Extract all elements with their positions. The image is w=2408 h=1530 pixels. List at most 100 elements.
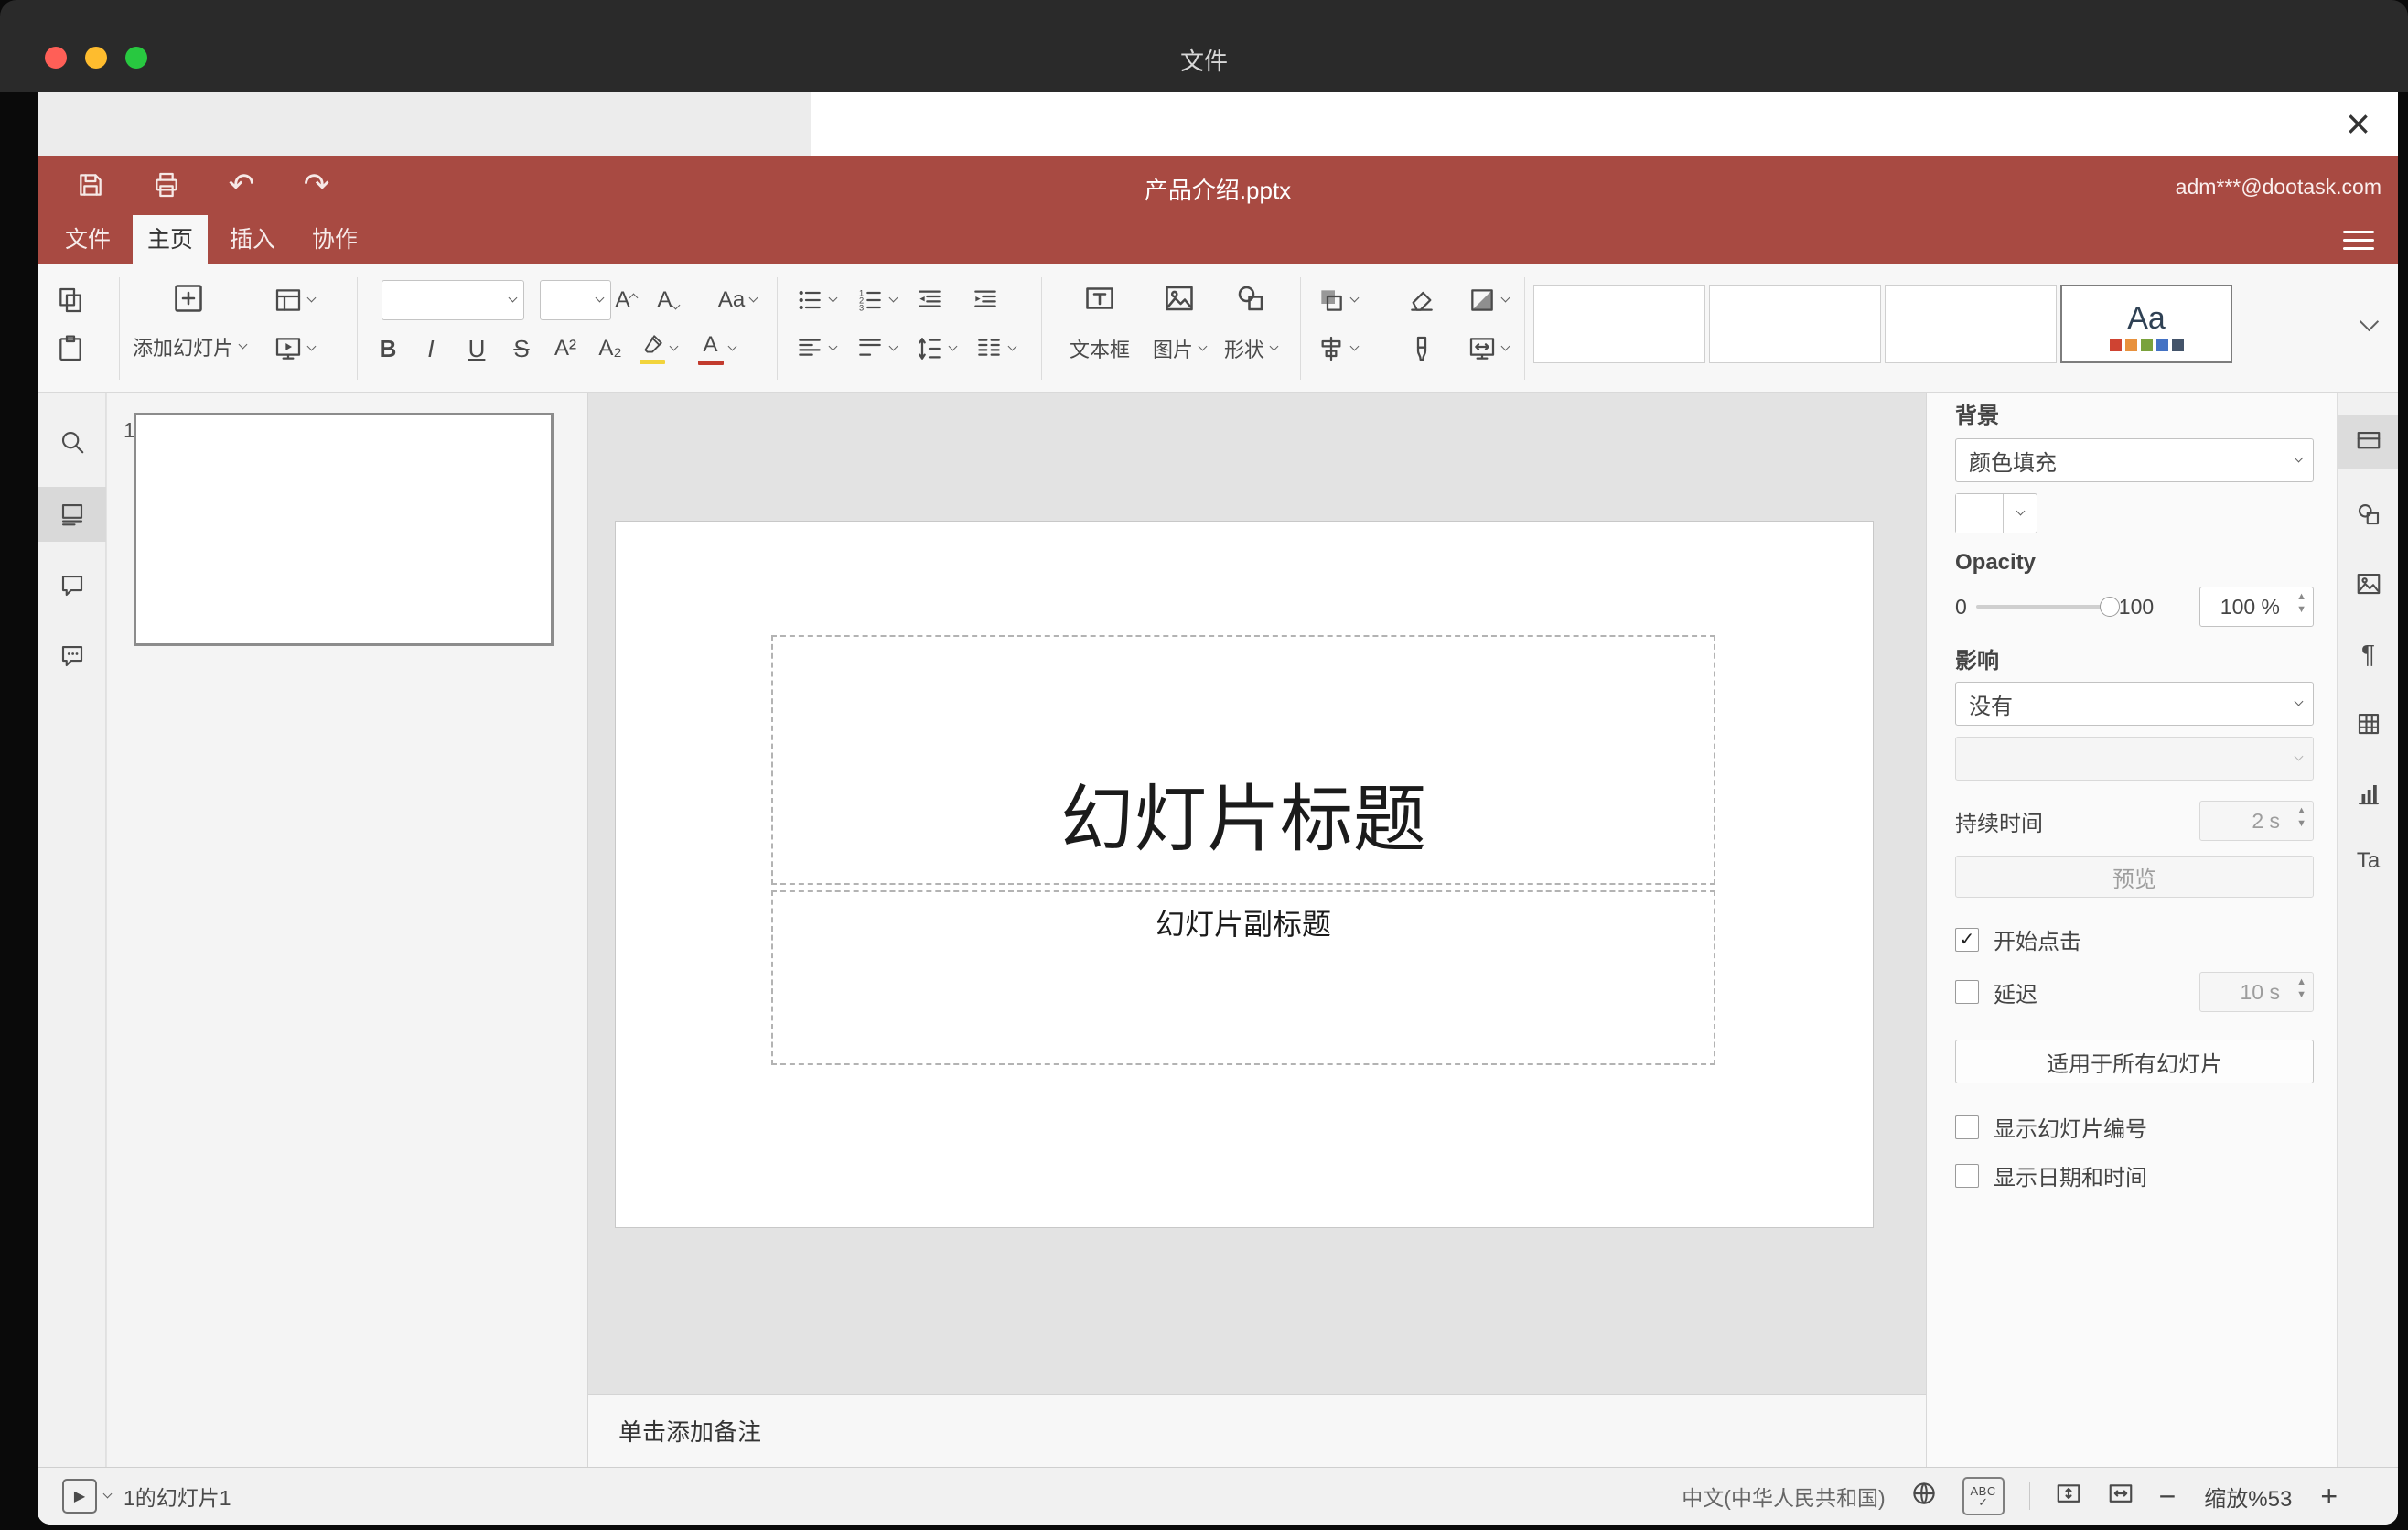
- align-shape-button[interactable]: [1311, 329, 1362, 369]
- paste-button[interactable]: [50, 329, 91, 369]
- delay-spinner[interactable]: 10 s ▲ ▼: [2199, 972, 2314, 1012]
- line-spacing-button[interactable]: [909, 329, 961, 369]
- fit-width-button[interactable]: [2107, 1480, 2134, 1513]
- search-button[interactable]: [38, 415, 106, 469]
- add-slide-menu-button[interactable]: 添加幻灯片: [125, 332, 253, 361]
- chevron-down-icon: [595, 293, 605, 302]
- insert-image-button[interactable]: [1157, 276, 1201, 320]
- clear-style-button[interactable]: [1402, 280, 1442, 320]
- start-on-click-checkbox[interactable]: ✓: [1955, 927, 1979, 952]
- transition-type-select[interactable]: [1955, 737, 2314, 781]
- duration-spinner[interactable]: 2 s ▲ ▼: [2199, 801, 2314, 841]
- subscript-button[interactable]: A₂: [590, 329, 630, 369]
- spinner-down-icon[interactable]: ▼: [2296, 605, 2306, 615]
- show-datetime-checkbox[interactable]: [1955, 1163, 1979, 1188]
- increase-indent-button[interactable]: [965, 280, 1005, 320]
- statusbar: ▶ 1的幻灯片1 中文(中华人民共和国) ABC ✓ − 缩放%53 +: [38, 1467, 2398, 1525]
- more-themes-button[interactable]: [2347, 301, 2391, 347]
- apply-all-button[interactable]: 适用于所有幻灯片: [1955, 1040, 2314, 1083]
- background-fill-select[interactable]: 颜色填充: [1955, 438, 2314, 482]
- show-slide-number-checkbox[interactable]: [1955, 1115, 1979, 1139]
- opacity-spinner[interactable]: 100 % ▲ ▼: [2199, 587, 2314, 627]
- preview-button[interactable]: 预览: [1955, 856, 2314, 898]
- hamburger-menu-button[interactable]: [2343, 226, 2374, 253]
- spinner-down-icon[interactable]: ▼: [2296, 990, 2306, 1000]
- numbering-button[interactable]: 123: [850, 280, 901, 320]
- increase-font-button[interactable]: A: [606, 280, 646, 320]
- tab-collaboration[interactable]: 协作: [297, 215, 372, 264]
- spinner-up-icon[interactable]: ▲: [2296, 806, 2306, 816]
- slide-layout-button[interactable]: [264, 280, 323, 320]
- opacity-min-label: 0: [1955, 594, 1967, 619]
- vertical-align-button[interactable]: [850, 329, 901, 369]
- close-icon[interactable]: ×: [2346, 92, 2370, 156]
- chart-settings-button[interactable]: [2338, 767, 2398, 822]
- spinner-up-icon[interactable]: ▲: [2296, 977, 2306, 987]
- change-case-button[interactable]: Aa: [705, 280, 769, 320]
- underline-button[interactable]: U: [457, 329, 497, 369]
- slides-panel-button[interactable]: [38, 487, 106, 542]
- zoom-in-button[interactable]: +: [2320, 1482, 2338, 1511]
- theme-thumbnail[interactable]: [1885, 285, 2057, 363]
- title-placeholder[interactable]: 幻灯片标题: [771, 635, 1715, 885]
- tab-file[interactable]: 文件: [50, 215, 125, 264]
- decrease-indent-button[interactable]: [909, 280, 950, 320]
- shape-settings-button[interactable]: [2338, 487, 2398, 542]
- slide-editor[interactable]: 幻灯片标题 幻灯片副标题: [616, 522, 1873, 1227]
- insert-textbox-label-button[interactable]: 文本框: [1054, 334, 1145, 363]
- highlight-color-button[interactable]: [630, 329, 685, 369]
- transition-select[interactable]: 没有: [1955, 682, 2314, 726]
- decrease-font-button[interactable]: A: [648, 280, 688, 320]
- start-slideshow-button[interactable]: [264, 329, 323, 369]
- tab-home[interactable]: 主页: [133, 215, 209, 264]
- tab-insert[interactable]: 插入: [215, 215, 290, 264]
- bold-button[interactable]: B: [368, 329, 408, 369]
- delay-checkbox[interactable]: [1955, 980, 1979, 1004]
- insert-shape-button[interactable]: [1229, 276, 1273, 320]
- color-scheme-button[interactable]: [1458, 280, 1517, 320]
- start-slideshow-statusbar-button[interactable]: ▶: [62, 1479, 113, 1514]
- notes-area[interactable]: 单击添加备注: [588, 1394, 1926, 1467]
- slide-size-button[interactable]: [1458, 329, 1517, 369]
- strikethrough-button[interactable]: S: [501, 329, 542, 369]
- comments-button[interactable]: [38, 558, 106, 613]
- insert-shape-menu-button[interactable]: 形状: [1205, 334, 1296, 363]
- add-slide-button[interactable]: [167, 276, 210, 320]
- spinner-down-icon[interactable]: ▼: [2296, 819, 2306, 829]
- theme-thumbnail[interactable]: [1709, 285, 1881, 363]
- copy-button[interactable]: [50, 280, 91, 320]
- fill-color-picker[interactable]: [1955, 493, 2037, 533]
- font-size-select[interactable]: [540, 280, 611, 320]
- textart-settings-button[interactable]: Ta: [2338, 834, 2398, 889]
- slide-settings-button[interactable]: [2338, 415, 2398, 469]
- font-color-button[interactable]: A: [689, 329, 744, 369]
- paragraph-settings-button[interactable]: ¶: [2338, 627, 2398, 682]
- slide-thumbnail-1[interactable]: [134, 413, 554, 646]
- zoom-out-button[interactable]: −: [2159, 1482, 2177, 1511]
- arrange-shape-button[interactable]: [1311, 280, 1362, 320]
- subtitle-placeholder[interactable]: 幻灯片副标题: [771, 890, 1715, 1065]
- document-language-button[interactable]: [1910, 1480, 1938, 1513]
- slide-thumbnails-panel: 1: [107, 393, 588, 1467]
- columns-button[interactable]: [969, 329, 1020, 369]
- italic-button[interactable]: I: [411, 329, 451, 369]
- spellcheck-toggle[interactable]: ABC ✓: [1962, 1477, 2005, 1515]
- horizontal-align-button[interactable]: [790, 329, 841, 369]
- chat-button[interactable]: [38, 629, 106, 684]
- font-name-select[interactable]: [382, 280, 524, 320]
- theme-thumbnail[interactable]: [1533, 285, 1705, 363]
- superscript-button[interactable]: A²: [545, 329, 586, 369]
- opacity-slider[interactable]: [1975, 597, 2120, 617]
- insert-textbox-button[interactable]: [1078, 276, 1122, 320]
- bullets-button[interactable]: [790, 280, 841, 320]
- fit-slide-button[interactable]: [2055, 1480, 2082, 1513]
- chevron-down-icon: [1349, 293, 1359, 302]
- opacity-slider-knob[interactable]: [2099, 597, 2120, 617]
- slides-icon: [61, 503, 82, 526]
- spinner-up-icon[interactable]: ▲: [2296, 592, 2306, 602]
- image-settings-button[interactable]: [2338, 556, 2398, 611]
- copy-style-button[interactable]: [1402, 329, 1442, 369]
- language-selector[interactable]: 中文(中华人民共和国): [1682, 1481, 1885, 1512]
- table-settings-button[interactable]: [2338, 696, 2398, 751]
- theme-thumbnail-selected[interactable]: Aa: [2060, 285, 2232, 363]
